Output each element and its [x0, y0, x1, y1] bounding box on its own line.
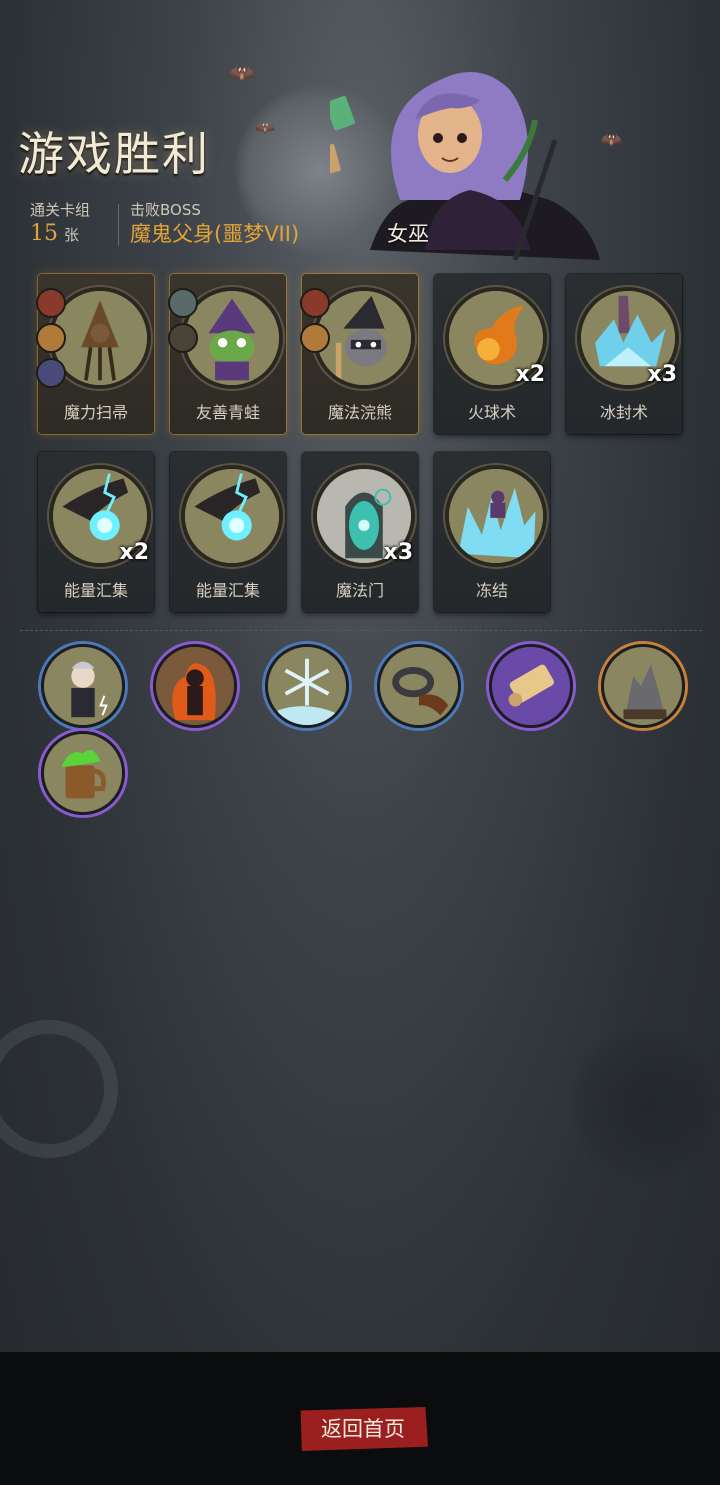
broken-statue-icon[interactable] [601, 644, 685, 728]
card-magic-raccoon[interactable]: 魔法浣熊 [300, 274, 418, 434]
card-energy-gather[interactable]: x2 能量汇集 [38, 452, 154, 612]
scroll-icon[interactable] [489, 644, 573, 728]
book-upgrade-icon [36, 358, 66, 388]
staff-upgrade-icon [168, 323, 198, 353]
flame-upgrade-icon [36, 323, 66, 353]
card-label: 火球术 [467, 403, 516, 422]
card-energy-gather[interactable]: 能量汇集 [170, 452, 286, 612]
card-count: x3 [383, 540, 414, 565]
fire-upgrade-icon [300, 288, 330, 318]
card-label: 能量汇集 [63, 581, 128, 600]
deck-count-value: 15 [30, 221, 58, 246]
hero-name: 女巫 [387, 222, 429, 246]
deck-label: 通关卡组 [30, 201, 91, 219]
energy-gather-art-icon [181, 465, 283, 567]
deck-count-unit: 张 [64, 226, 80, 244]
boss-label: 击败BOSS [130, 201, 201, 219]
card-label: 魔法浣熊 [327, 403, 392, 422]
girl-with-lightning-icon[interactable] [41, 644, 125, 728]
clock-background [570, 1020, 720, 1190]
card-label: 冻结 [475, 581, 508, 600]
card-magic-broom[interactable]: 魔力扫帚 [36, 274, 154, 434]
frost-upgrade-icon [168, 288, 198, 318]
card-label: 友善青蛙 [195, 403, 260, 422]
gear-background [0, 1020, 118, 1158]
card-friendly-frog[interactable]: 友善青蛙 [168, 274, 286, 434]
card-ice-seal[interactable]: x3 冰封术 [566, 274, 682, 434]
snowflake-icon[interactable] [265, 644, 349, 728]
victory-title: 游戏胜利 [18, 127, 210, 181]
card-fireball[interactable]: x2 火球术 [434, 274, 550, 434]
card-count: x2 [119, 540, 150, 565]
witch-portrait [330, 72, 600, 260]
bat-icon: 🦇 [228, 62, 256, 87]
card-label: 魔法门 [335, 581, 384, 600]
card-upgrade-icons [300, 288, 330, 358]
card-freeze[interactable]: 冻结 [434, 452, 550, 612]
section-divider [20, 630, 702, 631]
freeze-art-icon [445, 465, 547, 567]
return-home-button[interactable]: 返回首页 [300, 1407, 428, 1451]
deck-count: 15 张 [30, 221, 79, 246]
stat-divider [118, 204, 119, 246]
boss-name: 魔鬼父身(噩梦VII) [130, 222, 300, 246]
card-magic-portal[interactable]: x3 魔法门 [302, 452, 418, 612]
card-label: 冰封术 [599, 403, 648, 422]
fire-upgrade-icon [36, 288, 66, 318]
card-upgrade-icons [168, 288, 198, 358]
card-count: x3 [647, 362, 678, 387]
card-upgrade-icons [36, 288, 66, 393]
potion-mug-icon[interactable] [41, 731, 125, 815]
fire-figure-icon[interactable] [153, 644, 237, 728]
flame-upgrade-icon [300, 323, 330, 353]
ring-icon[interactable] [377, 644, 461, 728]
bat-icon: 🦇 [255, 118, 275, 137]
card-label: 能量汇集 [195, 581, 260, 600]
card-count: x2 [515, 362, 546, 387]
card-label: 魔力扫帚 [63, 403, 128, 422]
